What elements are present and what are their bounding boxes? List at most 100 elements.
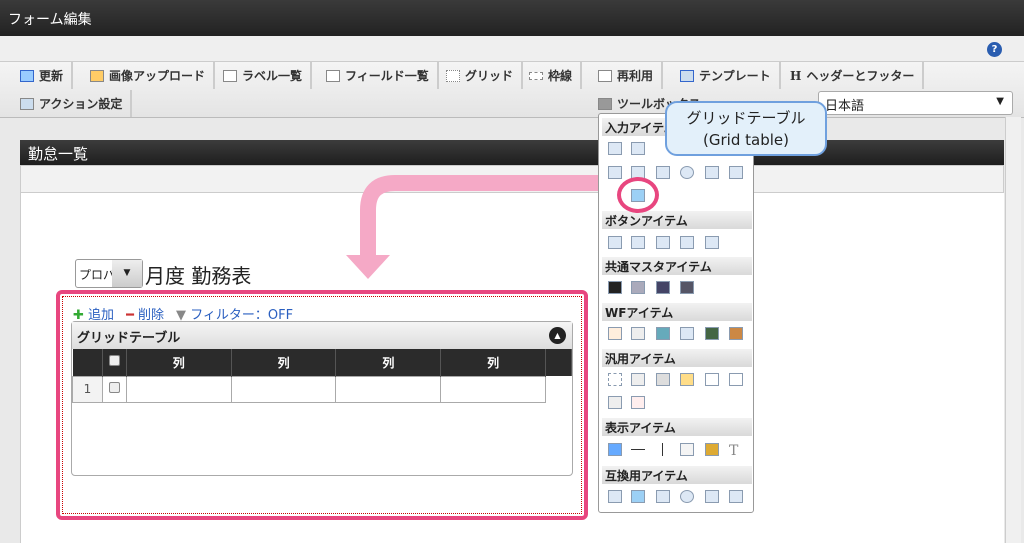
help-icon[interactable]: ? xyxy=(987,42,1002,57)
form-title: 月度 勤務表 xyxy=(145,264,252,288)
key-icon[interactable] xyxy=(680,373,694,386)
checkbox-icon[interactable] xyxy=(656,490,670,503)
button-icon[interactable] xyxy=(680,236,694,249)
title-bar: フォーム編集 xyxy=(0,0,1024,36)
list-icon[interactable] xyxy=(705,490,719,503)
callout: グリッドテーブル (Grid table) xyxy=(665,101,827,156)
horizontal-line-icon[interactable] xyxy=(631,449,645,450)
column-header: 列 xyxy=(126,349,232,376)
grid-table: グリッドテーブル ▲ 列列列列 1 xyxy=(71,321,573,476)
cell[interactable] xyxy=(440,375,547,403)
tab-header-footer[interactable]: H ヘッダーとフッター xyxy=(782,62,925,89)
radio-icon[interactable] xyxy=(680,166,694,179)
panel-header: 勤怠一覧 xyxy=(20,140,1004,165)
document-icon[interactable] xyxy=(631,373,645,386)
highlight-ring xyxy=(617,177,659,213)
button-icon[interactable] xyxy=(705,236,719,249)
search-box-icon[interactable] xyxy=(608,166,622,179)
tab-action-settings[interactable]: アクション設定 xyxy=(12,90,133,117)
tab-border[interactable]: 枠線 xyxy=(521,62,583,89)
grid-icon xyxy=(446,69,460,82)
image-icon[interactable] xyxy=(705,443,719,456)
table-icon[interactable] xyxy=(631,490,645,503)
collapse-icon[interactable]: ▲ xyxy=(549,327,566,344)
tab-reuse[interactable]: 再利用 xyxy=(590,62,664,89)
select-all-checkbox[interactable] xyxy=(108,355,120,367)
section-button-items: ボタンアイテム xyxy=(602,211,752,229)
reuse-icon xyxy=(598,69,612,82)
tab-image-upload[interactable]: 画像アップロード xyxy=(82,62,216,89)
table-row: 1 xyxy=(72,375,572,403)
column-header: 列 xyxy=(231,349,337,376)
list-icon[interactable] xyxy=(705,166,719,179)
tab-label-list[interactable]: ラベル一覧 xyxy=(215,62,313,89)
panel-title: 勤怠一覧 xyxy=(28,145,89,163)
update-icon xyxy=(20,69,34,82)
gear-icon[interactable] xyxy=(656,373,670,386)
text-icon[interactable]: T xyxy=(729,443,743,459)
scrollbar[interactable] xyxy=(1005,117,1021,543)
column-header: 列 xyxy=(440,349,547,376)
cell[interactable] xyxy=(125,375,232,403)
history-icon[interactable] xyxy=(680,327,694,340)
section-master-items: 共通マスタアイテム xyxy=(602,257,752,275)
action-icon xyxy=(20,97,34,110)
list-box-icon[interactable] xyxy=(729,166,743,179)
user-icon[interactable] xyxy=(608,281,622,294)
border-icon xyxy=(529,71,543,80)
user-return-icon[interactable] xyxy=(705,327,719,340)
textbox-icon[interactable] xyxy=(608,142,622,155)
stamp-icon[interactable] xyxy=(729,327,743,340)
area-icon[interactable] xyxy=(608,373,622,386)
template-icon xyxy=(680,69,694,82)
tab-grid[interactable]: グリッド xyxy=(438,62,524,89)
section-general-items: 汎用アイテム xyxy=(602,349,752,367)
label-icon[interactable] xyxy=(608,443,622,456)
download-icon[interactable] xyxy=(729,373,743,386)
grid-caption: グリッドテーブル ▲ xyxy=(72,322,572,349)
section-display-items: 表示アイテム xyxy=(602,418,752,436)
image-upload-icon xyxy=(90,69,104,82)
chart-icon[interactable] xyxy=(631,396,645,409)
cell[interactable] xyxy=(230,375,337,403)
row-number: 1 xyxy=(72,375,103,403)
upload-icon[interactable] xyxy=(705,373,719,386)
radio-icon[interactable] xyxy=(680,490,694,503)
pointer-arrow xyxy=(346,175,618,279)
cell[interactable] xyxy=(335,375,442,403)
tab-field-list[interactable]: フィールド一覧 xyxy=(318,62,439,89)
list-box-icon[interactable] xyxy=(729,490,743,503)
clipboard-icon[interactable] xyxy=(608,327,622,340)
toolbox-palette: 入力アイテム ボタンアイテム 共通マスタアイテム WFアイテム 汎用アイテム 表… xyxy=(598,113,754,513)
chevron-down-icon: ▼ xyxy=(112,260,142,287)
column-header: 列 xyxy=(335,349,442,376)
role-icon[interactable] xyxy=(680,281,694,294)
row-checkbox[interactable] xyxy=(108,382,120,393)
box-icon[interactable] xyxy=(680,443,694,456)
textbox-icon[interactable] xyxy=(631,142,645,155)
image-icon[interactable] xyxy=(656,327,670,340)
button-icon[interactable] xyxy=(608,236,622,249)
window-title: フォーム編集 xyxy=(8,12,92,28)
user-org-icon[interactable] xyxy=(656,281,670,294)
button-icon[interactable] xyxy=(631,236,645,249)
checkbox-icon[interactable] xyxy=(656,166,670,179)
language-select[interactable]: 日本語 ▼ xyxy=(818,91,1013,115)
organization-icon[interactable] xyxy=(631,281,645,294)
tab-update[interactable]: 更新 xyxy=(12,62,74,89)
grid: 列列列列 1 xyxy=(72,349,572,403)
panel-icon[interactable] xyxy=(608,396,622,409)
header-icon: H xyxy=(790,68,802,83)
chevron-down-icon: ▼ xyxy=(996,96,1004,107)
section-compat-items: 互換用アイテム xyxy=(602,466,752,484)
month-select[interactable]: プロパ ▼ xyxy=(75,259,143,288)
attachment-icon[interactable] xyxy=(631,327,645,340)
list-icon xyxy=(223,69,237,82)
button-icon[interactable] xyxy=(656,236,670,249)
tab-template[interactable]: テンプレート xyxy=(672,62,781,89)
list-icon xyxy=(326,69,340,82)
search-box-icon[interactable] xyxy=(608,490,622,503)
toolbox-icon xyxy=(598,97,612,110)
vertical-line-icon[interactable] xyxy=(662,443,663,456)
sub-bar xyxy=(0,36,1024,62)
